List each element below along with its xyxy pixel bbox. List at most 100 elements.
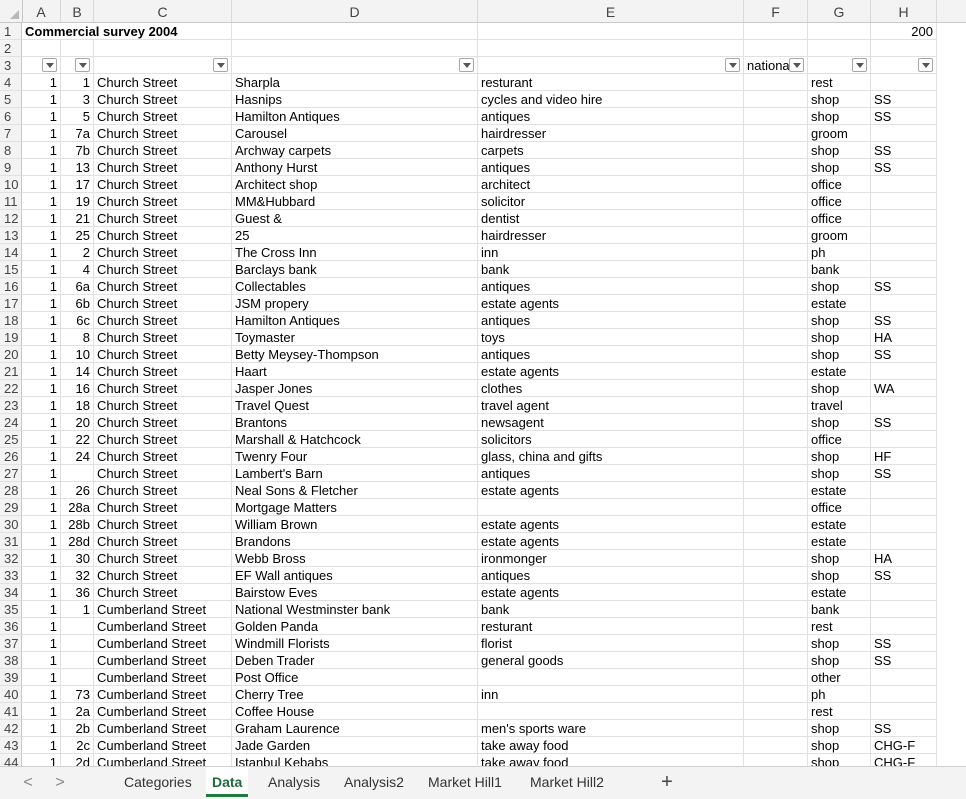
cell-h[interactable] [871,431,937,448]
cell-a[interactable]: 1 [22,652,61,669]
cell-g[interactable]: estate [808,516,871,533]
cell-b[interactable]: 18 [61,397,94,414]
cell-h[interactable] [871,40,937,57]
cell-c[interactable]: Church Street [94,397,232,414]
row-header[interactable]: 6 [0,108,22,125]
cell-g[interactable]: shop [808,720,871,737]
row-header[interactable]: 25 [0,431,22,448]
cell-h[interactable]: SS [871,635,937,652]
cell-e[interactable]: glass, china and gifts [478,448,744,465]
cell-g[interactable]: rest [808,74,871,91]
cell-b[interactable]: 24 [61,448,94,465]
cell-f[interactable] [744,567,808,584]
cell-e[interactable] [478,669,744,686]
column-header-f[interactable]: F [744,0,808,22]
cell-b[interactable]: 14 [61,363,94,380]
cell-a[interactable]: 1 [22,363,61,380]
filter-dropdown-icon[interactable] [42,58,57,72]
cell-e[interactable]: men's sports ware [478,720,744,737]
filter-dropdown-icon[interactable] [213,58,228,72]
cell-a[interactable]: 1 [22,380,61,397]
cell-e[interactable]: carpets [478,142,744,159]
cell-a[interactable]: 1 [22,516,61,533]
cell-f[interactable] [744,516,808,533]
filter-dropdown-icon[interactable] [789,58,804,72]
cell-b[interactable]: 20 [61,414,94,431]
cell-c[interactable]: Church Street [94,414,232,431]
cell-d[interactable]: Barclays bank [232,261,478,278]
cell-f[interactable] [744,244,808,261]
cell-d[interactable]: Bairstow Eves [232,584,478,601]
cell-b[interactable]: 32 [61,567,94,584]
cell-d[interactable]: The Cross Inn [232,244,478,261]
cell-c[interactable]: Church Street [94,329,232,346]
tab-analysis2[interactable]: Analysis2 [338,767,410,797]
row-header[interactable]: 44 [0,754,22,766]
cell-c[interactable]: Cumberland Street [94,669,232,686]
cell-h[interactable] [871,397,937,414]
column-header-d[interactable]: D [232,0,478,22]
cell-d[interactable]: Sharpla [232,74,478,91]
column-header-g[interactable]: G [808,0,871,22]
row-header[interactable]: 14 [0,244,22,261]
cell-g[interactable]: shop [808,737,871,754]
cell-f[interactable] [744,601,808,618]
row-header[interactable]: 13 [0,227,22,244]
cell-g[interactable]: shop [808,278,871,295]
cell-e[interactable]: resturant [478,618,744,635]
cell-e[interactable]: antiques [478,312,744,329]
cell-d[interactable]: Hamilton Antiques [232,108,478,125]
cell-e[interactable]: solicitor [478,193,744,210]
cell-c[interactable]: Church Street [94,244,232,261]
cell-f[interactable] [744,465,808,482]
filter-dropdown-icon[interactable] [75,58,90,72]
cell-h[interactable]: SS [871,142,937,159]
cell-c[interactable]: Church Street [94,533,232,550]
cell-c[interactable]: Cumberland Street [94,635,232,652]
column-header-e[interactable]: E [478,0,744,22]
cell-d[interactable]: Graham Laurence [232,720,478,737]
cell-d[interactable]: Post Office [232,669,478,686]
row-header[interactable]: 15 [0,261,22,278]
cell-b[interactable] [61,57,94,74]
cell-b[interactable]: 28d [61,533,94,550]
cell-c[interactable]: Church Street [94,516,232,533]
cell-a[interactable]: 1 [22,244,61,261]
cell-e[interactable]: hairdresser [478,125,744,142]
cell-f[interactable] [744,363,808,380]
cell-f[interactable] [744,533,808,550]
cell-e[interactable]: architect [478,176,744,193]
cell-b[interactable]: 2d [61,754,94,766]
row-header[interactable]: 7 [0,125,22,142]
row-header[interactable]: 34 [0,584,22,601]
row-header[interactable]: 38 [0,652,22,669]
cell-d[interactable]: Brandons [232,533,478,550]
cell-h[interactable]: CHG-F [871,754,937,766]
cell-b[interactable]: 10 [61,346,94,363]
cell-c[interactable]: Church Street [94,176,232,193]
row-header[interactable]: 35 [0,601,22,618]
cell-c[interactable]: Church Street [94,499,232,516]
cell-e[interactable]: ironmonger [478,550,744,567]
cell-a[interactable]: 1 [22,414,61,431]
cell-g[interactable]: shop [808,346,871,363]
cell-f[interactable] [744,499,808,516]
cell-g[interactable]: bank [808,261,871,278]
cell-a[interactable]: 1 [22,227,61,244]
column-header-c[interactable]: C [94,0,232,22]
cell-f[interactable] [744,669,808,686]
cell-b[interactable]: 2a [61,703,94,720]
cell-c[interactable]: Church Street [94,142,232,159]
cell-a[interactable]: 1 [22,686,61,703]
select-all-corner[interactable] [0,0,23,22]
cell-h[interactable] [871,533,937,550]
cell-c[interactable]: Church Street [94,227,232,244]
cell-a[interactable]: 1 [22,397,61,414]
cell-g[interactable]: shop [808,91,871,108]
cell-h[interactable] [871,499,937,516]
cell-e[interactable]: estate agents [478,533,744,550]
cell-g[interactable]: estate [808,533,871,550]
sheet-title[interactable]: Commercial survey 2004 [22,23,232,40]
cell-g[interactable]: shop [808,329,871,346]
cell-e[interactable] [478,499,744,516]
